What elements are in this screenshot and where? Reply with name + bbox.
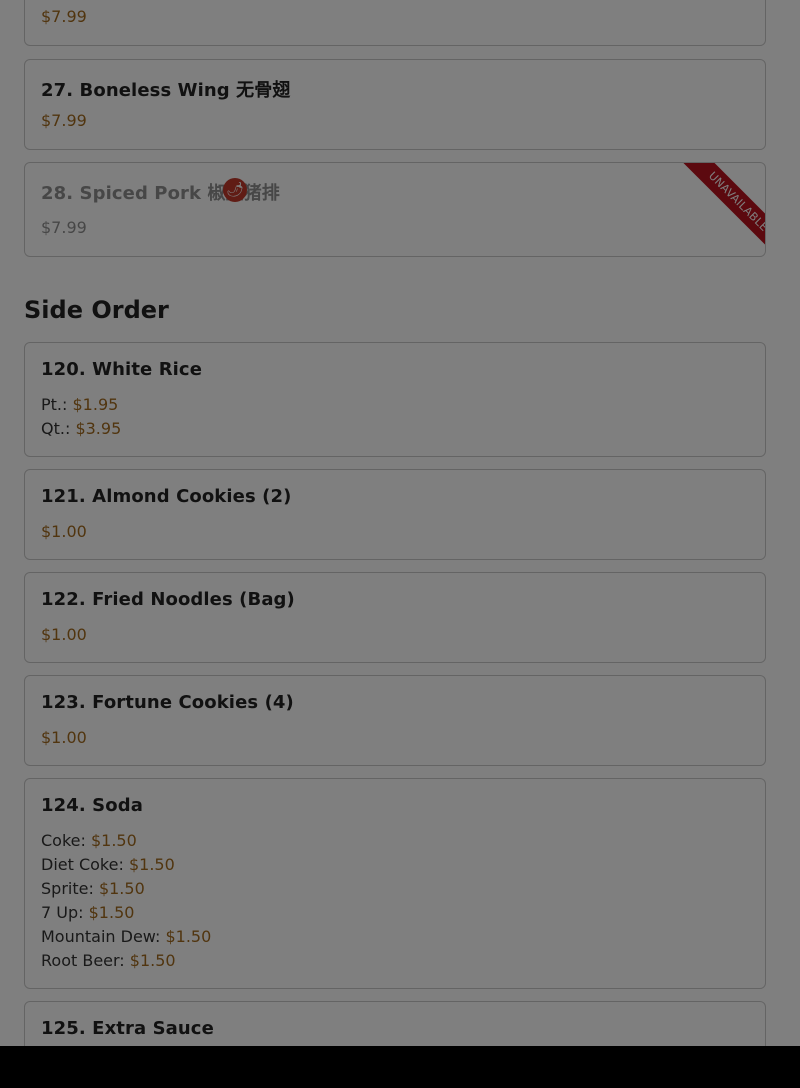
section-title-side-order: Side Order [24, 296, 169, 324]
option-label: 7 Up: [41, 903, 84, 922]
item-price: $1.50 [128, 855, 175, 874]
menu-viewport: $7.99 27. Boneless Wing 无骨翅 $7.99 28. Sp… [0, 0, 800, 1046]
option-label: Qt.: [41, 419, 71, 438]
spicy-icon: 🌶 [223, 178, 247, 202]
price-option: Qt.: $3.95 [41, 419, 121, 438]
menu-item-card[interactable]: 120. White Rice Pt.: $1.95 Qt.: $3.95 [24, 342, 766, 457]
price-option: Coke: $1.50 [41, 831, 137, 850]
menu-item-card[interactable]: 121. Almond Cookies (2) $1.00 [24, 469, 766, 560]
item-title: 125. Extra Sauce [41, 1018, 214, 1039]
item-price: $1.50 [165, 927, 212, 946]
item-price: $1.00 [41, 728, 87, 747]
menu-item-card[interactable]: 123. Fortune Cookies (4) $1.00 [24, 675, 766, 766]
price-option: Root Beer: $1.50 [41, 951, 176, 970]
item-price: $1.00 [41, 625, 87, 644]
menu-item-card[interactable]: $7.99 [24, 0, 766, 46]
item-price: $3.95 [75, 419, 122, 438]
item-title: 123. Fortune Cookies (4) [41, 692, 294, 713]
item-title: 124. Soda [41, 795, 143, 816]
item-price: $1.00 [41, 522, 87, 541]
price-option: Sprite: $1.50 [41, 879, 145, 898]
option-label: Pt.: [41, 395, 68, 414]
menu-item-card[interactable]: 125. Extra Sauce [24, 1001, 766, 1046]
item-title: 122. Fried Noodles (Bag) [41, 589, 295, 610]
item-title: 27. Boneless Wing 无骨翅 [41, 80, 291, 101]
price-option: Diet Coke: $1.50 [41, 855, 175, 874]
option-label: Mountain Dew: [41, 927, 161, 946]
item-price: $7.99 [41, 218, 87, 237]
price-option: Pt.: $1.95 [41, 395, 118, 414]
item-price: $7.99 [41, 111, 87, 130]
item-title: 121. Almond Cookies (2) [41, 486, 292, 507]
item-price: $1.50 [129, 951, 176, 970]
menu-item-card-unavailable: 28. Spiced Pork 椒盐猪排 🌶 $7.99 UNAVAILABLE [24, 162, 766, 257]
item-price: $7.99 [41, 7, 87, 26]
price-option: Mountain Dew: $1.50 [41, 927, 211, 946]
item-price: $1.50 [88, 903, 135, 922]
option-label: Root Beer: [41, 951, 125, 970]
menu-item-card[interactable]: 122. Fried Noodles (Bag) $1.00 [24, 572, 766, 663]
option-label: Sprite: [41, 879, 94, 898]
unavailable-ribbon: UNAVAILABLE [677, 163, 765, 256]
item-price: $1.50 [98, 879, 145, 898]
option-label: Coke: [41, 831, 86, 850]
bottom-bar [0, 1046, 800, 1088]
item-price: $1.95 [72, 395, 119, 414]
item-title: 120. White Rice [41, 359, 203, 380]
menu-item-card[interactable]: 27. Boneless Wing 无骨翅 $7.99 [24, 59, 766, 150]
option-label: Diet Coke: [41, 855, 124, 874]
menu-item-card[interactable]: 124. Soda Coke: $1.50 Diet Coke: $1.50 S… [24, 778, 766, 989]
price-option: 7 Up: $1.50 [41, 903, 134, 922]
item-price: $1.50 [90, 831, 137, 850]
